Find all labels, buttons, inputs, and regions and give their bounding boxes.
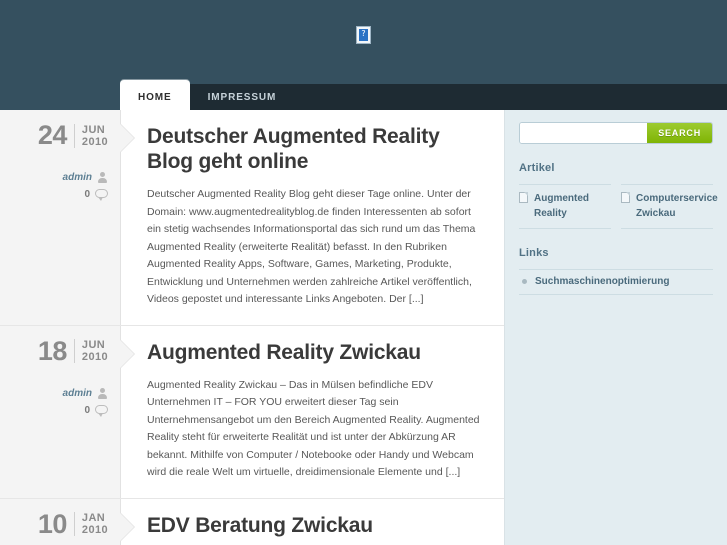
content-column: 24 JUN 2010 admin 0 Deutscher Augmented … <box>0 110 505 545</box>
post-comments[interactable]: 0 <box>0 189 108 201</box>
page-icon <box>621 192 630 203</box>
site-logo[interactable]: ? <box>0 26 727 50</box>
broken-image-icon: ? <box>356 26 371 44</box>
post-date-month: JUN <box>81 339 106 351</box>
post-author[interactable]: admin <box>0 387 108 399</box>
post-meta: 10 JAN 2010 admin 0 <box>0 498 135 545</box>
post-date: 18 JUN 2010 <box>0 335 108 366</box>
nav-list: HOME IMPRESSUM <box>120 80 727 110</box>
post-author[interactable]: admin <box>0 172 108 183</box>
widget-artikel: Artikel Augmented Reality Computerservic… <box>519 162 718 229</box>
widget-links-title: Links <box>519 247 549 259</box>
list-item[interactable]: Suchmaschinenoptimierung <box>519 269 713 295</box>
post-date-year: 2010 <box>81 524 108 536</box>
list-item-label: Augmented Reality <box>534 193 589 219</box>
widget-artikel-title: Artikel <box>519 162 555 174</box>
person-icon <box>97 387 108 399</box>
post-title[interactable]: Augmented Reality Zwickau <box>147 340 480 365</box>
post-author-name: admin <box>62 172 92 183</box>
post-comment-count: 0 <box>84 189 90 200</box>
post-date-day: 18 <box>37 335 68 366</box>
page-body: 24 JUN 2010 admin 0 Deutscher Augmented … <box>0 110 727 545</box>
post-excerpt: Augmented Reality Zwickau – Das in Mülse… <box>147 378 480 479</box>
list-item[interactable]: Augmented Reality <box>519 184 611 229</box>
post-date: 24 JUN 2010 <box>0 122 108 149</box>
nav-item-home[interactable]: HOME <box>120 80 190 110</box>
post-author-name: admin <box>62 387 92 399</box>
post-comment-count: 0 <box>84 404 90 416</box>
bullet-icon <box>522 279 527 284</box>
page-root: ? HOME IMPRESSUM 24 JUN 2010 admin 0 Deu… <box>0 0 727 545</box>
post-date-year: 2010 <box>81 135 108 148</box>
list-item-label: Computerservice Zwickau <box>636 193 718 219</box>
post-date-year: 2010 <box>81 351 108 363</box>
links-list: Suchmaschinenoptimierung <box>519 269 713 295</box>
post-body: Deutscher Augmented Reality Blog geht on… <box>121 110 504 325</box>
list-item[interactable]: Computerservice Zwickau <box>621 184 718 229</box>
search-button[interactable]: SEARCH <box>647 123 712 143</box>
site-header: ? HOME IMPRESSUM <box>0 0 727 110</box>
search-form: SEARCH <box>519 122 713 144</box>
comment-bubble-icon <box>95 404 108 417</box>
sidebar: SEARCH Artikel Augmented Reality Compute… <box>505 110 727 545</box>
post-excerpt: Deutscher Augmented Reality Blog geht di… <box>147 188 476 305</box>
post-comments[interactable]: 0 <box>0 404 108 417</box>
main-navigation: HOME IMPRESSUM <box>120 80 727 110</box>
post-item: 18 JUN 2010 admin 0 Augmented Reality Zw… <box>0 325 504 499</box>
post-title[interactable]: EDV Beratung Zwickau <box>147 513 480 538</box>
nav-item-impressum[interactable]: IMPRESSUM <box>190 84 295 110</box>
post-date: 10 JAN 2010 <box>0 508 108 539</box>
post-item: 10 JAN 2010 admin 0 <box>0 498 504 545</box>
post-date-day: 10 <box>37 508 68 539</box>
post-body: EDV Beratung Zwickau Wo Beratung noch gr… <box>121 499 504 545</box>
post-item: 24 JUN 2010 admin 0 Deutscher Augmented … <box>0 110 504 326</box>
post-date-month: JAN <box>81 512 106 524</box>
post-title[interactable]: Deutscher Augmented Reality Blog geht on… <box>147 124 480 174</box>
post-meta: 24 JUN 2010 admin 0 <box>0 110 135 325</box>
post-date-month: JUN <box>81 123 106 136</box>
nav-item-impressum-label: IMPRESSUM <box>207 91 277 103</box>
page-icon <box>519 192 528 203</box>
widget-artikel-column: Augmented Reality <box>519 184 611 229</box>
post-meta: 18 JUN 2010 admin 0 <box>0 325 135 498</box>
nav-item-home-label: HOME <box>138 91 172 103</box>
comment-bubble-icon <box>95 189 108 201</box>
list-item-label: Suchmaschinenoptimierung <box>535 276 670 287</box>
widget-artikel-grid: Augmented Reality Computerservice Zwicka… <box>519 184 718 229</box>
person-icon <box>97 172 108 183</box>
widget-links: Links Suchmaschinenoptimierung <box>519 247 713 295</box>
widget-artikel-column: Computerservice Zwickau <box>621 184 718 229</box>
post-date-day: 24 <box>37 120 68 150</box>
post-body: Augmented Reality Zwickau Augmented Real… <box>121 326 504 498</box>
search-input[interactable] <box>520 123 648 143</box>
broken-image-glyph: ? <box>361 29 366 38</box>
